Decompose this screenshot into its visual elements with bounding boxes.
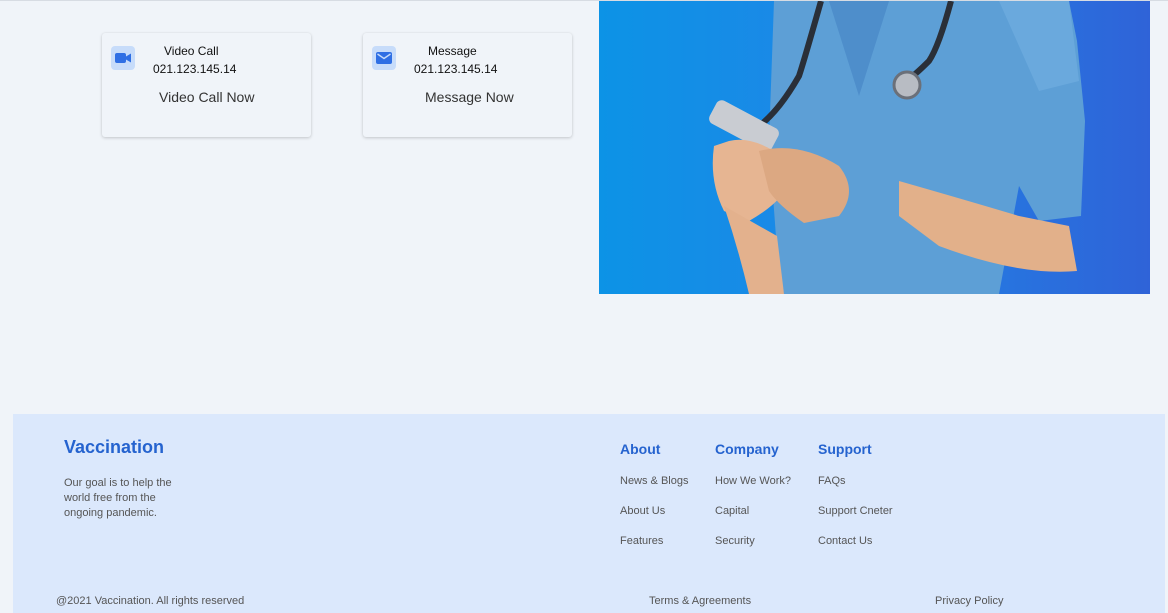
video-call-phone: 021.123.145.14	[153, 62, 237, 76]
footer-copyright: @2021 Vaccination. All rights reserved	[56, 595, 245, 607]
message-card: Message 021.123.145.14 Message Now	[363, 33, 572, 137]
footer-privacy-link[interactable]: Privacy Policy	[935, 595, 1003, 607]
footer-terms-link[interactable]: Terms & Agreements	[649, 595, 751, 607]
footer-link-how-we-work[interactable]: How We Work?	[715, 475, 791, 487]
footer-brand[interactable]: Vaccination	[64, 437, 164, 458]
message-now-link[interactable]: Message Now	[425, 89, 514, 105]
video-camera-icon	[111, 46, 135, 70]
envelope-icon	[372, 46, 396, 70]
footer-link-contact-us[interactable]: Contact Us	[818, 535, 872, 547]
footer-link-security[interactable]: Security	[715, 535, 755, 547]
footer-link-faqs[interactable]: FAQs	[818, 475, 846, 487]
message-phone: 021.123.145.14	[414, 62, 498, 76]
footer-tagline: Our goal is to help the world free from …	[64, 477, 172, 519]
footer-link-features[interactable]: Features	[620, 535, 663, 547]
footer-link-news-blogs[interactable]: News & Blogs	[620, 475, 688, 487]
footer-link-capital[interactable]: Capital	[715, 505, 749, 517]
footer-link-about-us[interactable]: About Us	[620, 505, 665, 517]
footer-link-support-center[interactable]: Support Cneter	[818, 505, 893, 517]
footer-heading-about: About	[620, 441, 661, 457]
message-title: Message	[428, 44, 477, 58]
video-call-now-link[interactable]: Video Call Now	[159, 89, 254, 105]
site-footer: Vaccination Our goal is to help the worl…	[13, 414, 1165, 613]
footer-heading-support: Support	[818, 441, 872, 457]
video-call-card: Video Call 021.123.145.14 Video Call Now	[102, 33, 311, 137]
nurse-with-phone-image	[599, 1, 1150, 294]
footer-heading-company: Company	[715, 441, 779, 457]
video-call-title: Video Call	[164, 44, 219, 58]
